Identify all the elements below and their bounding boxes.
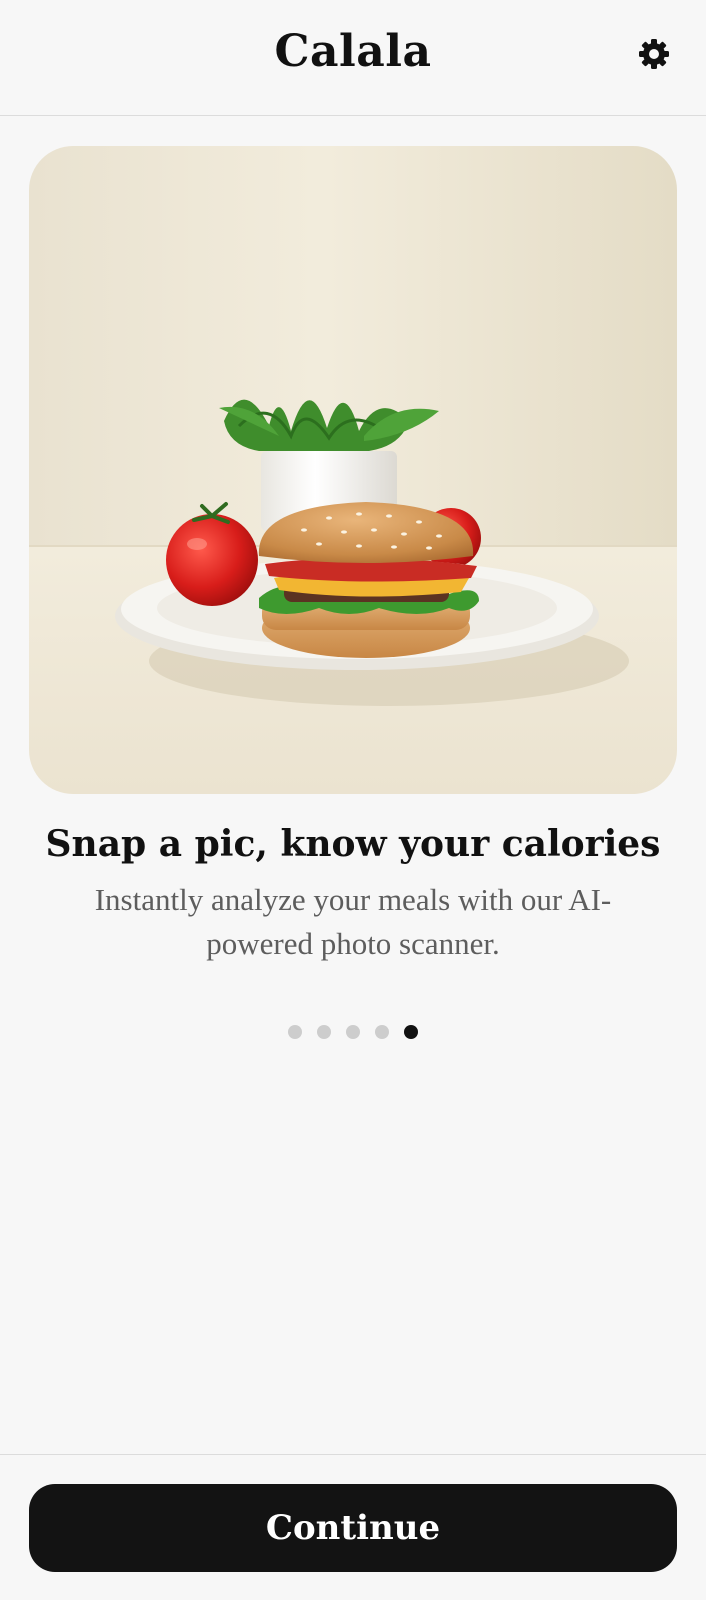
- onboarding-illustration: [29, 146, 677, 794]
- page-dot-1[interactable]: [288, 1025, 302, 1039]
- gear-icon: [639, 39, 669, 69]
- app-header: Calala: [0, 0, 706, 116]
- app-title: Calala: [274, 26, 432, 77]
- page-dot-3[interactable]: [346, 1025, 360, 1039]
- page-dot-2[interactable]: [317, 1025, 331, 1039]
- page-dot-5-active[interactable]: [404, 1025, 418, 1039]
- page-indicator: [0, 1025, 706, 1041]
- settings-button[interactable]: [634, 34, 674, 74]
- onboarding-headline: Snap a pic, know your calories: [45, 823, 661, 865]
- continue-button[interactable]: Continue: [29, 1484, 677, 1572]
- page-dot-4[interactable]: [375, 1025, 389, 1039]
- onboarding-subtitle: Instantly analyze your meals with our AI…: [94, 882, 612, 961]
